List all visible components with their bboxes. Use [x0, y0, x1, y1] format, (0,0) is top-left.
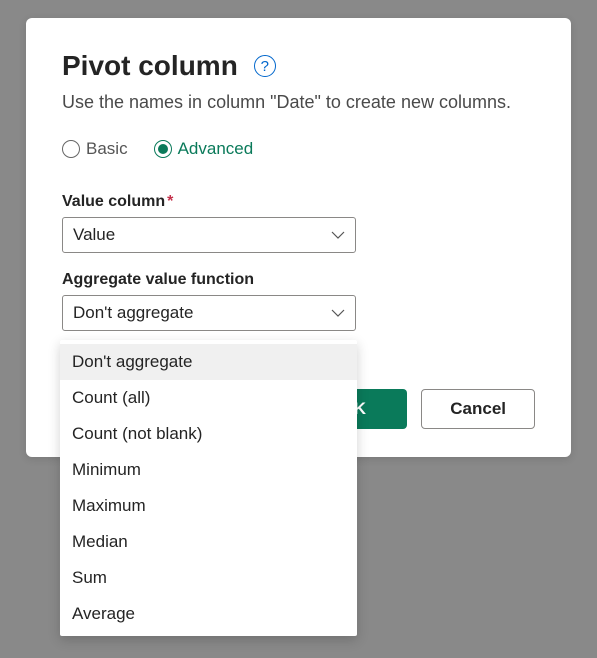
mode-radio-group: Basic Advanced — [62, 139, 535, 159]
help-icon[interactable]: ? — [254, 55, 276, 77]
dropdown-item-median[interactable]: Median — [60, 524, 357, 560]
dialog-title: Pivot column — [62, 50, 238, 82]
radio-circle-icon — [62, 140, 80, 158]
chevron-down-icon — [331, 231, 345, 240]
title-row: Pivot column ? — [62, 50, 535, 82]
dropdown-item-count-not-blank[interactable]: Count (not blank) — [60, 416, 357, 452]
dropdown-item-minimum[interactable]: Minimum — [60, 452, 357, 488]
radio-advanced[interactable]: Advanced — [154, 139, 254, 159]
dropdown-item-maximum[interactable]: Maximum — [60, 488, 357, 524]
chevron-down-icon — [331, 309, 345, 318]
cancel-button[interactable]: Cancel — [421, 389, 535, 429]
radio-basic[interactable]: Basic — [62, 139, 128, 159]
required-indicator: * — [167, 193, 173, 210]
value-column-select[interactable]: Value — [62, 217, 356, 253]
aggregate-select[interactable]: Don't aggregate — [62, 295, 356, 331]
dropdown-item-dont-aggregate[interactable]: Don't aggregate — [60, 344, 357, 380]
dialog-description: Use the names in column "Date" to create… — [62, 92, 535, 113]
value-column-label: Value column* — [62, 193, 535, 211]
value-column-value: Value — [73, 225, 115, 245]
aggregate-value: Don't aggregate — [73, 303, 193, 323]
dropdown-item-count-all[interactable]: Count (all) — [60, 380, 357, 416]
radio-advanced-label: Advanced — [178, 139, 254, 159]
radio-basic-label: Basic — [86, 139, 128, 159]
dropdown-item-sum[interactable]: Sum — [60, 560, 357, 596]
aggregate-dropdown-list: Don't aggregate Count (all) Count (not b… — [60, 340, 357, 636]
aggregate-label: Aggregate value function — [62, 271, 535, 289]
dropdown-item-average[interactable]: Average — [60, 596, 357, 632]
radio-circle-icon — [154, 140, 172, 158]
